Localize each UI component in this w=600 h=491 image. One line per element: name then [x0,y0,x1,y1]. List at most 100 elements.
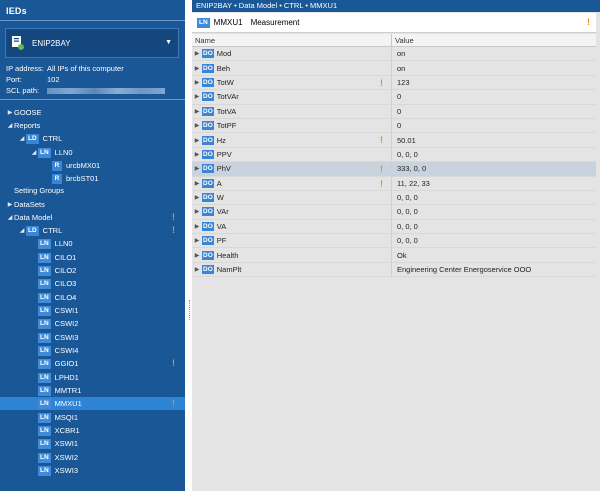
expand-arrow-icon[interactable]: ▶ [192,266,202,273]
expand-arrow-icon[interactable]: ▶ [192,108,202,115]
collapse-arrow-icon[interactable]: ◢ [18,135,26,142]
ln-badge-icon: LN [38,452,51,463]
tree-item[interactable]: LN XSWI1 [0,437,185,450]
table-row[interactable]: ▶ DO Hz! 50.01 [192,133,596,148]
tree-item-label: LLN0 [54,148,73,157]
tree-item[interactable]: LN XSWI2 [0,451,185,464]
table-row[interactable]: ▶ DO Health Ok [192,248,596,263]
panel-title: IEDs [6,6,27,16]
table-row[interactable]: ▶ DO NamPlt Engineering Center Energoservic… [192,262,596,278]
tree-item-label: XSWI1 [54,439,79,448]
table-row[interactable]: ▶ DO VA 0, 0, 0 [192,219,596,235]
column-header-value[interactable]: Value [392,34,414,46]
tree-item-label: CTRL [42,134,63,143]
expand-arrow-icon[interactable]: ▶ [6,109,14,116]
tree-item[interactable]: ▶ GOOSE [0,106,185,119]
tree-item[interactable]: LN CSWI3 [0,331,185,344]
tree-item[interactable]: LN CSWI2 [0,317,185,330]
breadcrumb: ENIP2BAY • Data Model • CTRL • MMXU1 [192,0,600,12]
value-cell: 0, 0, 0 [397,207,418,217]
expand-arrow-icon[interactable]: ▶ [192,50,202,57]
ln-badge-icon: LN [38,147,51,158]
tree-item[interactable]: ◢ LD CTRL [0,132,185,145]
tree-item[interactable]: LN CSWI4 [0,344,185,357]
expand-arrow-icon[interactable]: ▶ [192,122,202,129]
table-row[interactable]: ▶ DO VAr 0, 0, 0 [192,205,596,220]
divider [0,20,185,21]
table-row[interactable]: ▶ DO TotVAr 0 [192,90,596,105]
do-badge-icon: DO [202,106,214,116]
expand-arrow-icon[interactable]: ▶ [192,237,202,244]
expand-arrow-icon[interactable]: ▶ [192,165,202,172]
tree-item[interactable]: ◢ LD CTRL! [0,224,185,237]
collapse-arrow-icon[interactable]: ◢ [6,214,14,221]
expand-arrow-icon[interactable]: ▶ [192,65,202,72]
collapse-arrow-icon[interactable]: ◢ [30,149,38,156]
data-object-name: VA [216,221,227,231]
name-cell: ▶ DO Beh [192,61,392,75]
table-row[interactable]: ▶ DO PPV 0, 0, 0 [192,147,596,163]
tree-item[interactable]: LN XCBR1 [0,424,185,437]
expand-arrow-icon[interactable]: ▶ [192,194,202,201]
tree-item-label: CSWI1 [54,306,79,315]
details-panel: ENIP2BAY • Data Model • CTRL • MMXU1 LN … [192,0,600,491]
table-row[interactable]: ▶ DO PhV! 333, 0, 0 [192,162,596,177]
tree-item[interactable]: Setting Groups [0,184,185,197]
tree-item[interactable]: LN LPHD1 [0,371,185,384]
table-row[interactable]: ▶ DO Beh on [192,61,596,76]
table-row[interactable]: ▶ DO A! 11, 22, 33 [192,176,596,191]
tree-item[interactable]: LN MMXU1! [0,397,185,410]
table-row[interactable]: ▶ DO Mod on [192,47,596,62]
expand-arrow-icon[interactable]: ▶ [192,208,202,215]
ln-badge-icon: LN [38,412,51,423]
value-cell: 0, 0, 0 [397,193,418,203]
tree-item[interactable]: LN GGIO1! [0,357,185,370]
value-cell: 0, 0, 0 [397,149,418,159]
expand-arrow-icon[interactable]: ▶ [192,93,202,100]
table-row[interactable]: ▶ DO TotW! 123 [192,75,596,91]
collapse-arrow-icon[interactable]: ◢ [18,227,26,234]
tree-item[interactable]: LN MSQI1 [0,411,185,424]
tree-item[interactable]: LN MMTR1 [0,384,185,397]
expand-arrow-icon[interactable]: ▶ [6,201,14,208]
splitter-handle[interactable] [189,300,190,320]
expand-arrow-icon[interactable]: ▶ [192,137,202,144]
tree-item-label: LPHD1 [54,373,79,382]
tree-item-label: CTRL [42,226,63,235]
tree-item[interactable]: LN CSWI1 [0,304,185,317]
tree-item[interactable]: LN CILO1 [0,251,185,264]
tree-item[interactable]: RurcbMX01 [0,159,185,172]
expand-arrow-icon[interactable]: ▶ [192,252,202,259]
tree-item-label: DataSets [14,200,45,209]
tree-item[interactable]: LN LLN0 [0,237,185,250]
ied-selector-dropdown[interactable]: ENIP2BAY ▼ [5,28,179,58]
chevron-down-icon: ▼ [165,39,172,46]
expand-arrow-icon[interactable]: ▶ [192,223,202,230]
table-row[interactable]: ▶ DO W 0, 0, 0 [192,190,596,206]
tree-item-label: CILO2 [54,266,77,275]
tree-item[interactable]: ◢ Reports [0,119,185,132]
ln-badge-icon: LN [38,465,51,476]
column-header-name[interactable]: Name [192,34,392,46]
name-cell: ▶ DO VAr [192,205,392,219]
table-row[interactable]: ▶ DO PF 0, 0, 0 [192,234,596,249]
expand-arrow-icon[interactable]: ▶ [192,151,202,158]
name-cell: ▶ DO W [192,190,392,205]
table-row[interactable]: ▶ DO TotPF 0 [192,118,596,134]
expand-arrow-icon[interactable]: ▶ [192,180,202,187]
tree-item[interactable]: LN CILO4 [0,291,185,304]
do-badge-icon: DO [202,250,214,260]
tree-item-label: MSQI1 [54,413,79,422]
tree-item[interactable]: ◢ LN LLN0 [0,146,185,159]
value-cell: 11, 22, 33 [397,178,430,188]
tree-item[interactable]: ◢ Data Model! [0,211,185,224]
tree-item[interactable]: ▶ DataSets [0,198,185,211]
collapse-arrow-icon[interactable]: ◢ [6,122,14,129]
ln-badge-icon: LN [38,278,51,289]
tree-item[interactable]: LN CILO2 [0,264,185,277]
value-cell: on [397,49,406,59]
tree-item[interactable]: LN CILO3 [0,277,185,290]
tree-item[interactable]: LN XSWI3 [0,464,185,477]
table-row[interactable]: ▶ DO TotVA 0 [192,104,596,119]
expand-arrow-icon[interactable]: ▶ [192,79,202,86]
